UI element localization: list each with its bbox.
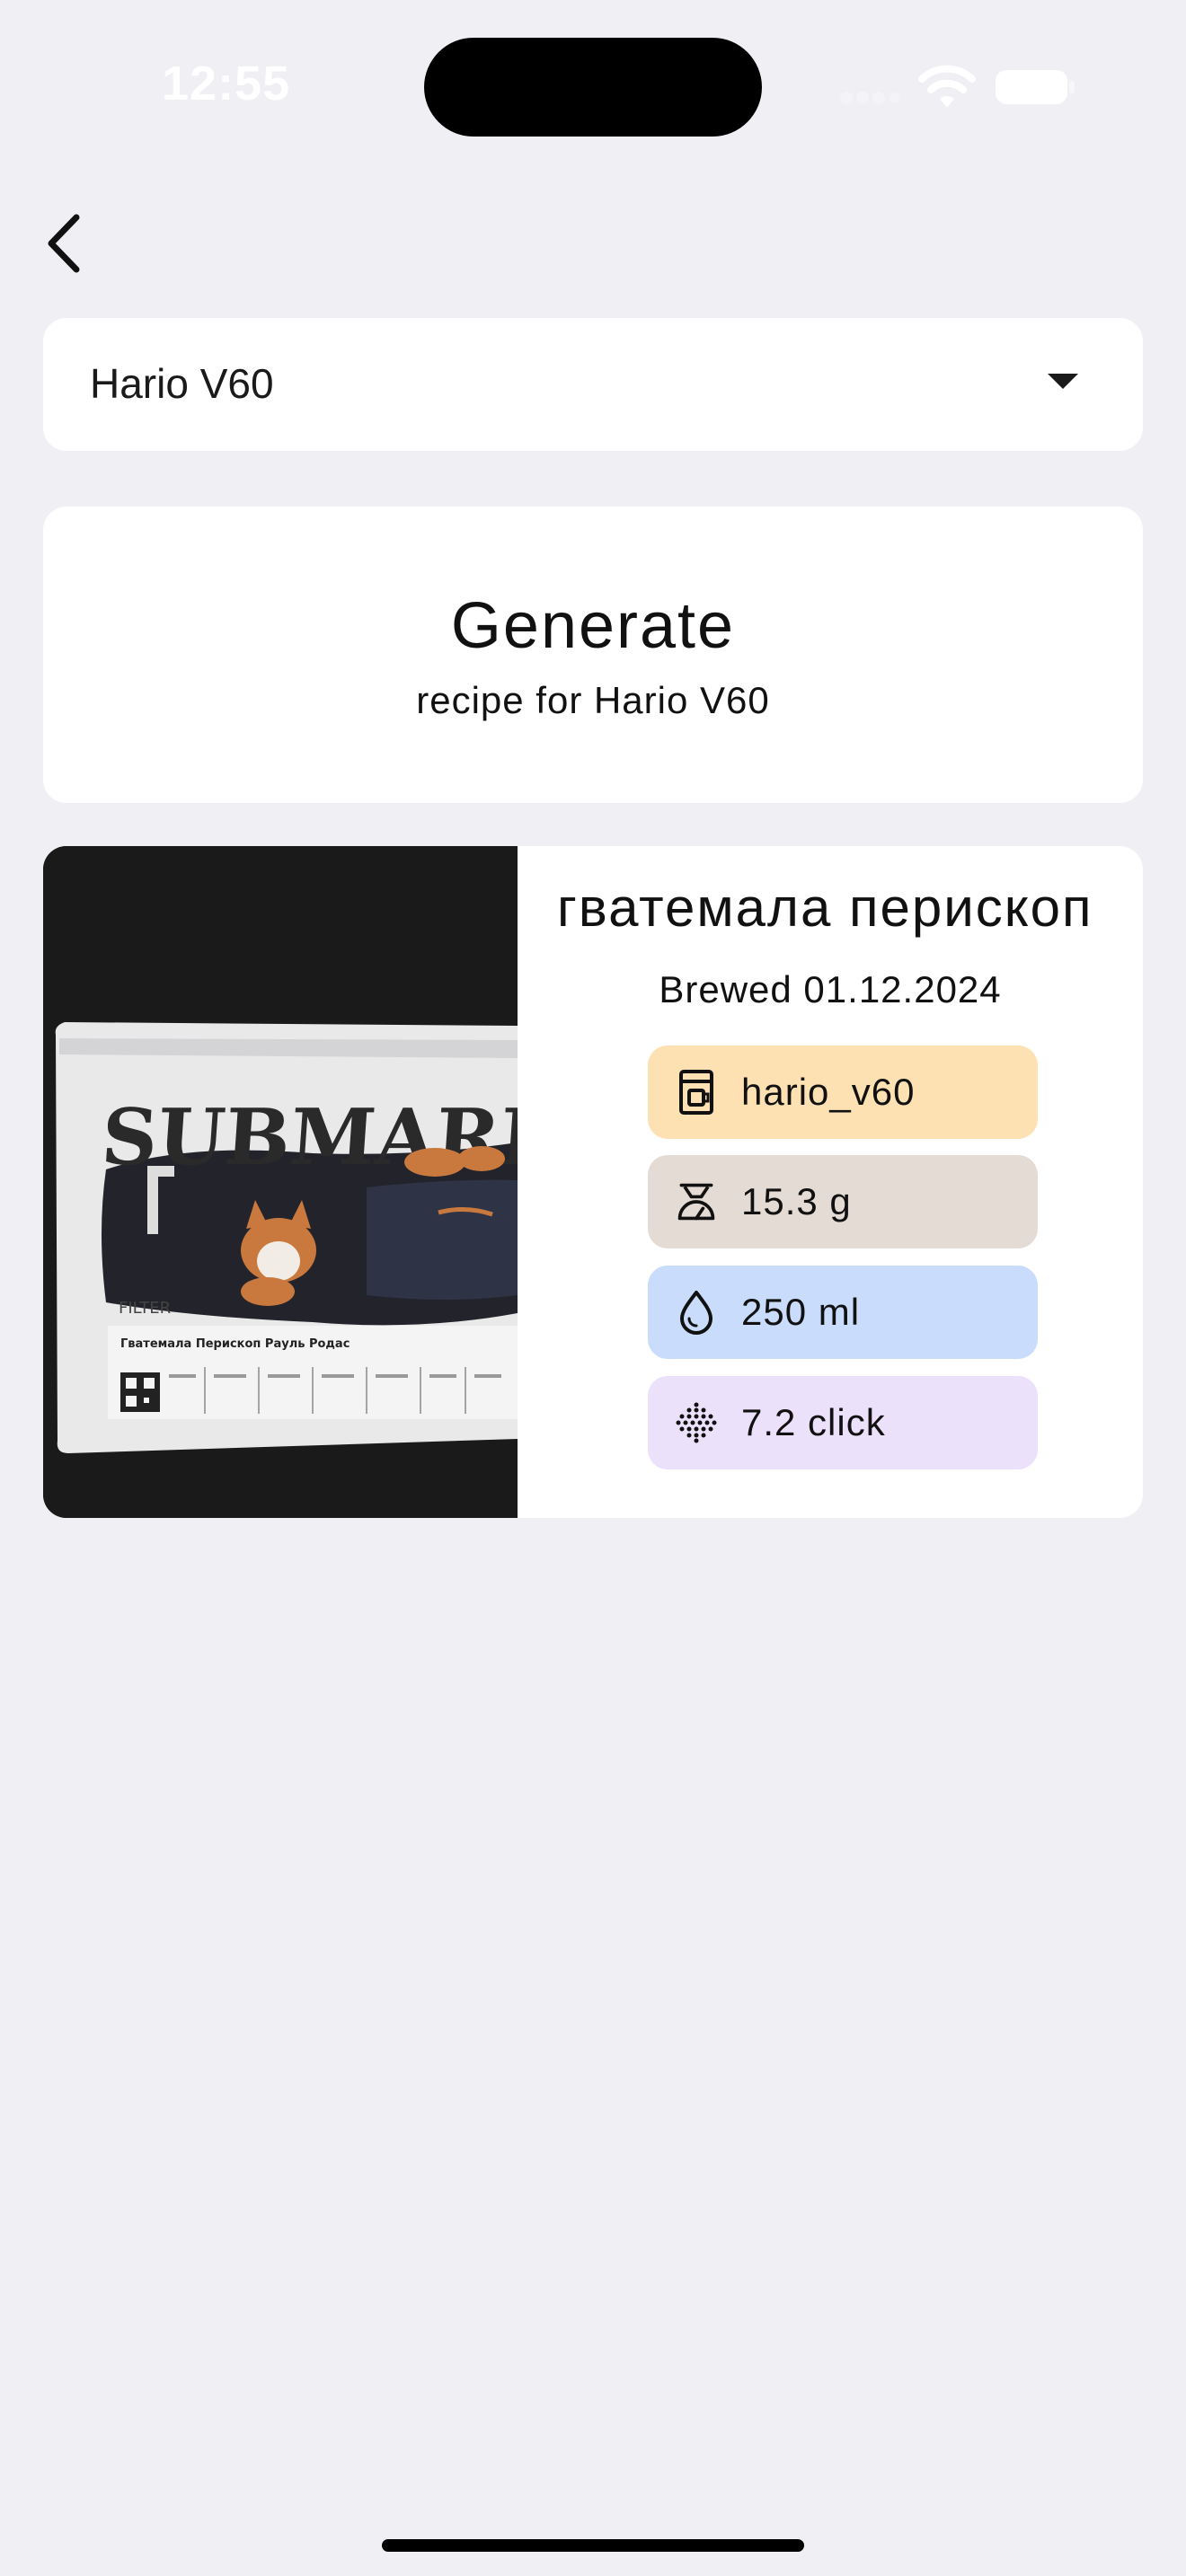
- dynamic-island: [424, 38, 762, 137]
- brewer-dropdown-value: Hario V60: [90, 360, 274, 407]
- scale-icon: [675, 1177, 718, 1227]
- recipe-info: гватемала перископ Brewed 01.12.2024 har…: [518, 846, 1143, 1518]
- status-time: 12:55: [162, 57, 291, 110]
- coffee-bag-photo: SUBMARINE FILTER Гватемала Перископ Раул…: [43, 846, 518, 1518]
- generate-recipe-button[interactable]: Generate recipe for Hario V60: [43, 507, 1143, 803]
- wifi-icon: [918, 65, 976, 108]
- caret-down-icon: [1048, 374, 1078, 389]
- method-chip-label: hario_v60: [741, 1071, 916, 1113]
- grind-chip-label: 7.2 click: [741, 1401, 886, 1443]
- dose-chip-label: 15.3 g: [741, 1180, 852, 1222]
- status-bar: 12:55: [0, 0, 1186, 171]
- generate-subtitle: recipe for Hario V60: [416, 679, 770, 721]
- water-chip-label: 250 ml: [741, 1291, 861, 1333]
- coffee-maker-icon: [675, 1067, 718, 1117]
- bag-coffee-name-text: Гватемала Перископ Рауль Родас: [120, 1337, 350, 1351]
- chevron-left-icon: [48, 214, 80, 273]
- grinder-dots-icon: [675, 1398, 718, 1448]
- recipe-brewed-date: Brewed 01.12.2024: [659, 968, 1002, 1010]
- water-drop-icon: [675, 1287, 718, 1337]
- grind-chip: 7.2 click: [648, 1376, 1038, 1469]
- cellular-signal-icon: [840, 92, 900, 104]
- home-indicator[interactable]: [382, 2539, 804, 2552]
- water-chip: 250 ml: [648, 1266, 1038, 1359]
- recipe-title: гватемала перископ: [557, 878, 1093, 938]
- battery-icon: [996, 70, 1075, 104]
- generate-title: Generate: [450, 590, 736, 662]
- bag-type-text: FILTER: [119, 1299, 171, 1318]
- recipe-card[interactable]: SUBMARINE FILTER Гватемала Перископ Раул…: [43, 846, 1143, 1518]
- back-button[interactable]: [32, 203, 95, 284]
- dose-chip: 15.3 g: [648, 1155, 1038, 1248]
- coffee-bag-illustration: SUBMARINE FILTER Гватемала Перископ Раул…: [43, 846, 518, 1518]
- brewer-dropdown[interactable]: Hario V60: [43, 318, 1143, 451]
- method-chip: hario_v60: [648, 1045, 1038, 1139]
